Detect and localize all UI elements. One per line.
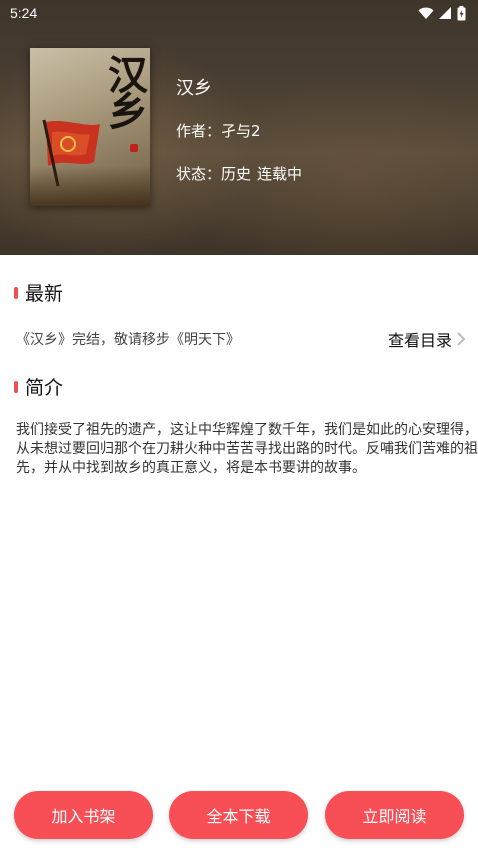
action-bar: 加入书架 全本下载 立即阅读: [0, 791, 478, 839]
add-to-shelf-button[interactable]: 加入书架: [14, 791, 153, 839]
signal-icon: [439, 6, 451, 19]
cover-title: 汉乡: [101, 54, 148, 126]
status-icons: [418, 5, 466, 21]
status-time: 5:24: [10, 5, 38, 21]
chevron-right-icon: [457, 332, 466, 346]
book-status-row: 状态：历史 连载中: [176, 163, 302, 184]
latest-heading: 最新: [25, 283, 64, 305]
status-bar: 5:24: [0, 0, 478, 26]
read-now-button[interactable]: 立即阅读: [325, 791, 464, 839]
status-label: 状态：: [176, 165, 222, 183]
book-title: 汉乡: [176, 78, 212, 99]
book-genre: 历史: [221, 165, 252, 183]
book-intro-text: 我们接受了祖先的遗产，这让中华辉煌了数千年，我们是如此的心安理得，从未想过要回归…: [16, 422, 478, 476]
section-marker: [14, 380, 18, 393]
latest-chapter-text[interactable]: 《汉乡》完结，敬请移步《明天下》: [16, 329, 240, 349]
book-cover[interactable]: 汉乡: [30, 48, 150, 206]
cover-ground: [30, 166, 150, 206]
book-progress: 连载中: [257, 165, 303, 183]
cover-seal: [130, 144, 138, 152]
latest-section-heading: 最新: [14, 279, 63, 306]
download-all-button[interactable]: 全本下载: [169, 791, 308, 839]
intro-section-heading: 简介: [14, 373, 63, 400]
wifi-icon: [418, 7, 434, 19]
latest-chapter-row: 《汉乡》完结，敬请移步《明天下》 查看目录: [16, 327, 466, 351]
author-name[interactable]: 孑与2: [221, 122, 261, 140]
view-catalog-label: 查看目录: [387, 331, 452, 350]
section-marker: [14, 286, 18, 299]
view-catalog-button[interactable]: 查看目录: [388, 327, 466, 351]
battery-icon: [457, 5, 466, 20]
book-author-row: 作者：孑与2: [176, 120, 261, 141]
author-label: 作者：: [176, 122, 222, 140]
intro-heading: 简介: [25, 377, 64, 399]
